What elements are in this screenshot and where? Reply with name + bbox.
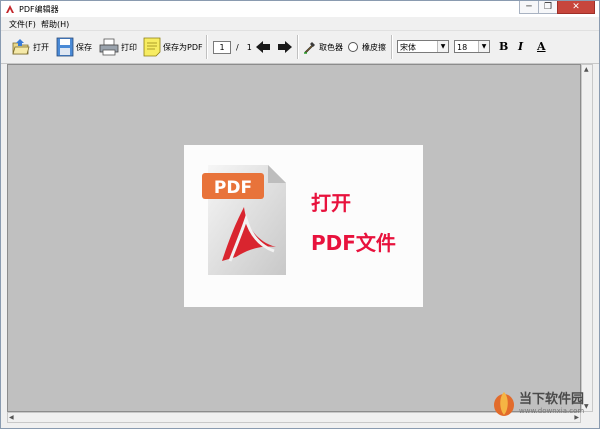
toolbar-separator xyxy=(391,35,393,59)
close-icon: ✕ xyxy=(572,2,580,12)
page-current-input[interactable]: 1 xyxy=(213,40,231,54)
vertical-scrollbar[interactable]: ▲ ▼ xyxy=(581,64,593,412)
save-button[interactable]: 保存 xyxy=(56,31,92,63)
open-pdf-line1: 打开 xyxy=(311,191,351,215)
scroll-up-icon[interactable]: ▲ xyxy=(584,66,589,73)
window-title: PDF编辑器 xyxy=(19,5,59,14)
color-picker-label: 取色器 xyxy=(319,42,343,52)
menu-file[interactable]: 文件(F) xyxy=(9,19,36,30)
next-page-icon[interactable] xyxy=(277,40,293,54)
minimize-icon: ─ xyxy=(526,2,532,12)
menu-help[interactable]: 帮助(H) xyxy=(41,19,69,30)
toolbar: 打开 保存 打印 保存为PDF 1 / 1 取色器 橡皮擦 宋体 ▼ 18 ▼ … xyxy=(1,30,599,64)
color-picker-button[interactable]: 取色器 xyxy=(303,31,343,63)
restore-icon: ❐ xyxy=(543,2,553,12)
scroll-left-icon[interactable]: ◀ xyxy=(9,414,14,421)
save-disk-icon xyxy=(56,37,74,57)
open-button[interactable]: 打开 xyxy=(11,31,49,63)
pdf-badge-text: PDF xyxy=(214,178,252,198)
menu-bar: 文件(F) 帮助(H) xyxy=(1,17,599,30)
font-name-value: 宋体 xyxy=(400,43,416,52)
bold-button[interactable]: B xyxy=(499,40,508,53)
close-button[interactable]: ✕ xyxy=(557,1,595,14)
font-color-button[interactable]: A xyxy=(537,40,546,53)
print-button[interactable]: 打印 xyxy=(99,31,137,63)
document-canvas[interactable]: PDF 打开 PDF文件 xyxy=(7,64,581,412)
chevron-down-icon: ▼ xyxy=(437,41,448,52)
italic-button[interactable]: I xyxy=(518,40,523,53)
watermark-logo-icon xyxy=(494,392,514,416)
toolbar-separator xyxy=(297,35,299,59)
open-pdf-panel[interactable]: PDF 打开 PDF文件 xyxy=(184,145,423,307)
pdf-file-icon: PDF xyxy=(202,165,286,275)
page-total: 1 xyxy=(246,42,252,52)
save-as-pdf-label: 保存为PDF xyxy=(163,42,203,52)
save-label: 保存 xyxy=(76,42,92,52)
open-label: 打开 xyxy=(33,42,49,52)
app-logo-icon xyxy=(6,5,14,13)
eyedropper-icon xyxy=(304,42,315,54)
site-watermark: 当下软件园 www.downxia.com xyxy=(493,387,593,421)
save-as-pdf-button[interactable]: 保存为PDF xyxy=(143,31,203,63)
prev-page-icon[interactable] xyxy=(255,40,271,54)
page-separator: / xyxy=(236,42,239,52)
title-bar: PDF编辑器 ─ ❐ ✕ xyxy=(1,1,599,17)
restore-button[interactable]: ❐ xyxy=(538,1,558,14)
page-navigator: 1 / 1 xyxy=(213,31,252,63)
open-pdf-line2: PDF文件 xyxy=(311,231,396,255)
print-label: 打印 xyxy=(121,42,137,52)
eraser-label: 橡皮擦 xyxy=(362,42,386,52)
font-size-value: 18 xyxy=(457,43,468,52)
font-name-select[interactable]: 宋体 ▼ xyxy=(397,40,449,53)
eraser-radio[interactable]: 橡皮擦 xyxy=(348,31,386,63)
open-folder-icon xyxy=(12,39,30,55)
font-size-select[interactable]: 18 ▼ xyxy=(454,40,490,53)
watermark-name: 当下软件园 xyxy=(519,392,585,407)
app-window: PDF编辑器 ─ ❐ ✕ 文件(F) 帮助(H) 打开 保存 打印 保存为PDF… xyxy=(0,0,600,429)
toolbar-separator xyxy=(206,35,208,59)
chevron-down-icon: ▼ xyxy=(478,41,489,52)
printer-icon xyxy=(99,38,119,56)
note-icon xyxy=(143,37,161,57)
minimize-button[interactable]: ─ xyxy=(519,1,539,14)
watermark-url: www.downxia.com xyxy=(519,407,585,415)
radio-button-icon xyxy=(348,42,358,52)
